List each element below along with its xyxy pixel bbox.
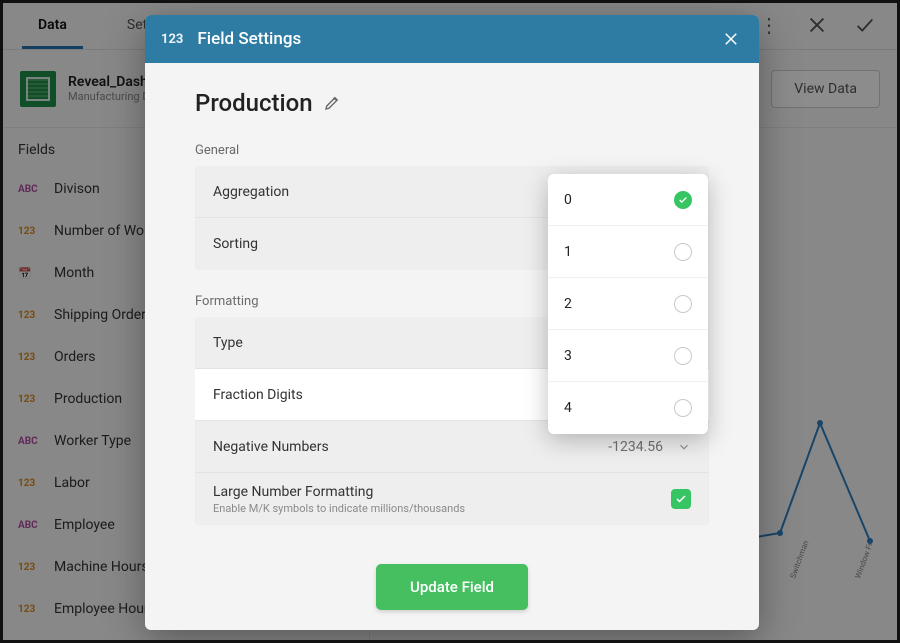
modal-close-icon[interactable] bbox=[719, 27, 743, 51]
radio-unselected-icon bbox=[674, 399, 692, 417]
popover-option[interactable]: 0 bbox=[548, 174, 708, 226]
radio-selected-icon bbox=[674, 191, 692, 209]
update-field-button[interactable]: Update Field bbox=[376, 564, 528, 610]
edit-icon[interactable] bbox=[323, 94, 341, 112]
popover-option[interactable]: 4 bbox=[548, 382, 708, 434]
fraction-digits-popover: 0 1 2 3 4 bbox=[548, 174, 708, 434]
large-number-sub: Enable M/K symbols to indicate millions/… bbox=[213, 502, 465, 515]
radio-unselected-icon bbox=[674, 243, 692, 261]
popover-option[interactable]: 2 bbox=[548, 278, 708, 330]
large-number-formatting-row[interactable]: Large Number Formatting Enable M/K symbo… bbox=[195, 473, 709, 525]
negative-numbers-value: -1234.56 bbox=[608, 439, 663, 455]
radio-unselected-icon bbox=[674, 347, 692, 365]
radio-unselected-icon bbox=[674, 295, 692, 313]
modal-title: Field Settings bbox=[197, 29, 301, 49]
large-number-checkbox[interactable] bbox=[671, 489, 691, 509]
popover-option[interactable]: 3 bbox=[548, 330, 708, 382]
field-name-title: Production bbox=[195, 89, 313, 117]
modal-header: 123 Field Settings bbox=[145, 15, 759, 63]
section-label-general: General bbox=[195, 143, 709, 158]
chevron-down-icon bbox=[677, 440, 691, 454]
field-type-badge: 123 bbox=[161, 32, 183, 47]
popover-option[interactable]: 1 bbox=[548, 226, 708, 278]
